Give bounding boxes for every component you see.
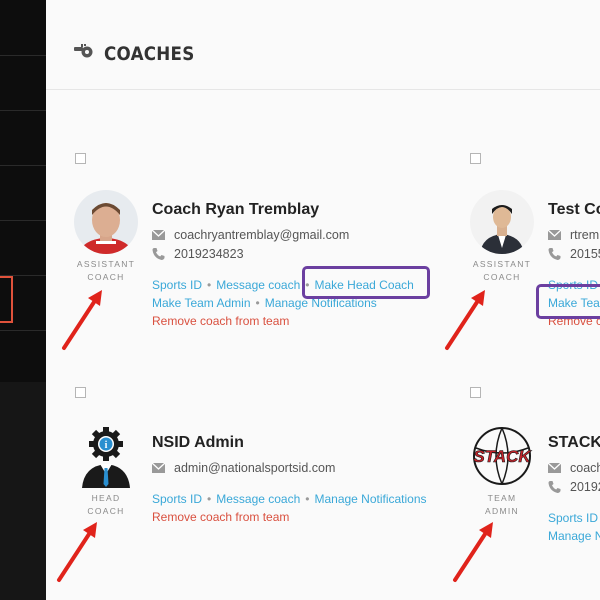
sports-id-link[interactable]: Sports ID — [152, 492, 202, 506]
select-coach-checkbox[interactable] — [470, 387, 481, 398]
whistle-icon — [74, 44, 93, 58]
phone-icon — [152, 248, 165, 260]
coach-email-row: admin@nationalsportsid.com — [152, 461, 335, 475]
coach-name: Coach Ryan Tremblay — [152, 201, 320, 218]
avatar: i — [74, 424, 138, 488]
svg-text:i: i — [105, 440, 108, 451]
coach-email-row: coachryantremblay@gmail.com — [152, 228, 349, 242]
annotation-arrow-icon — [62, 290, 102, 350]
envelope-icon — [548, 462, 561, 473]
coach-role: TEAM ADMIN — [485, 493, 519, 516]
panel-header: COACHES — [46, 0, 600, 90]
envelope-icon — [152, 229, 165, 240]
phone-icon — [548, 481, 561, 493]
avatar: STACK — [470, 424, 534, 488]
coach-phone: 20192 — [570, 480, 600, 494]
coach-email: admin@nationalsportsid.com — [174, 461, 336, 475]
phone-icon — [548, 248, 561, 260]
sidebar-divider — [0, 220, 46, 221]
coach-email-row: coach — [548, 461, 600, 475]
sidebar-divider — [0, 165, 46, 166]
sidebar — [0, 0, 46, 600]
page-title: COACHES — [104, 43, 195, 65]
highlight-box — [302, 266, 430, 299]
coach-email-row: rtrem — [548, 228, 599, 242]
coach-actions: Sports ID • Message coach • Manage Notificat… — [152, 492, 427, 524]
annotation-arrow-icon — [453, 522, 493, 582]
message-coach-link[interactable]: Message coach — [216, 278, 300, 292]
annotation-arrow-icon — [57, 522, 97, 582]
avatar — [74, 190, 138, 254]
sports-id-link[interactable]: Sports ID — [548, 511, 598, 525]
coach-phone-row: 20155 — [548, 247, 600, 261]
coach-actions: Sports ID Manage N — [548, 509, 600, 545]
sidebar-item-coaches-highlight[interactable] — [0, 276, 13, 323]
select-coach-checkbox[interactable] — [470, 153, 481, 164]
coach-name: NSID Admin — [152, 434, 244, 451]
avatar — [470, 190, 534, 254]
annotation-arrow-icon — [445, 290, 485, 350]
coach-email: coach — [570, 461, 600, 475]
coach-phone-row: 2019234823 — [152, 247, 244, 261]
coaches-panel: COACHES ASSISTANT COACH Coach Ryan Trembl… — [46, 0, 600, 600]
manage-notifications-link[interactable]: Manage N — [548, 529, 600, 543]
remove-coach-link[interactable]: Remove coach from team — [152, 314, 289, 328]
coach-phone: 2019234823 — [174, 247, 244, 261]
make-team-admin-link[interactable]: Make Team Admin — [152, 296, 251, 310]
stack-logo-text: STACK — [473, 447, 532, 466]
coach-email: rtrem — [570, 228, 600, 242]
coach-role: ASSISTANT COACH — [76, 259, 136, 282]
select-coach-checkbox[interactable] — [75, 387, 86, 398]
sports-id-link[interactable]: Sports ID — [152, 278, 202, 292]
envelope-icon — [152, 462, 165, 473]
coach-phone: 20155 — [570, 247, 600, 261]
sidebar-divider — [0, 330, 46, 331]
coach-role: ASSISTANT COACH — [472, 259, 532, 282]
coach-role: HEAD COACH — [87, 493, 125, 516]
coach-email: coachryantremblay@gmail.com — [174, 228, 350, 242]
envelope-icon — [548, 229, 561, 240]
remove-coach-link[interactable]: Remove coach from team — [152, 510, 289, 524]
message-coach-link[interactable]: Message coach — [216, 492, 300, 506]
sidebar-divider — [0, 110, 46, 111]
manage-notifications-link[interactable]: Manage Notifications — [314, 492, 426, 506]
highlight-box — [536, 284, 600, 319]
sidebar-divider — [0, 55, 46, 56]
coach-name: Test Co — [548, 201, 600, 218]
coach-phone-row: 20192 — [548, 480, 600, 494]
sidebar-menu — [0, 0, 46, 382]
select-coach-checkbox[interactable] — [75, 153, 86, 164]
coach-name: STACK — [548, 434, 600, 451]
